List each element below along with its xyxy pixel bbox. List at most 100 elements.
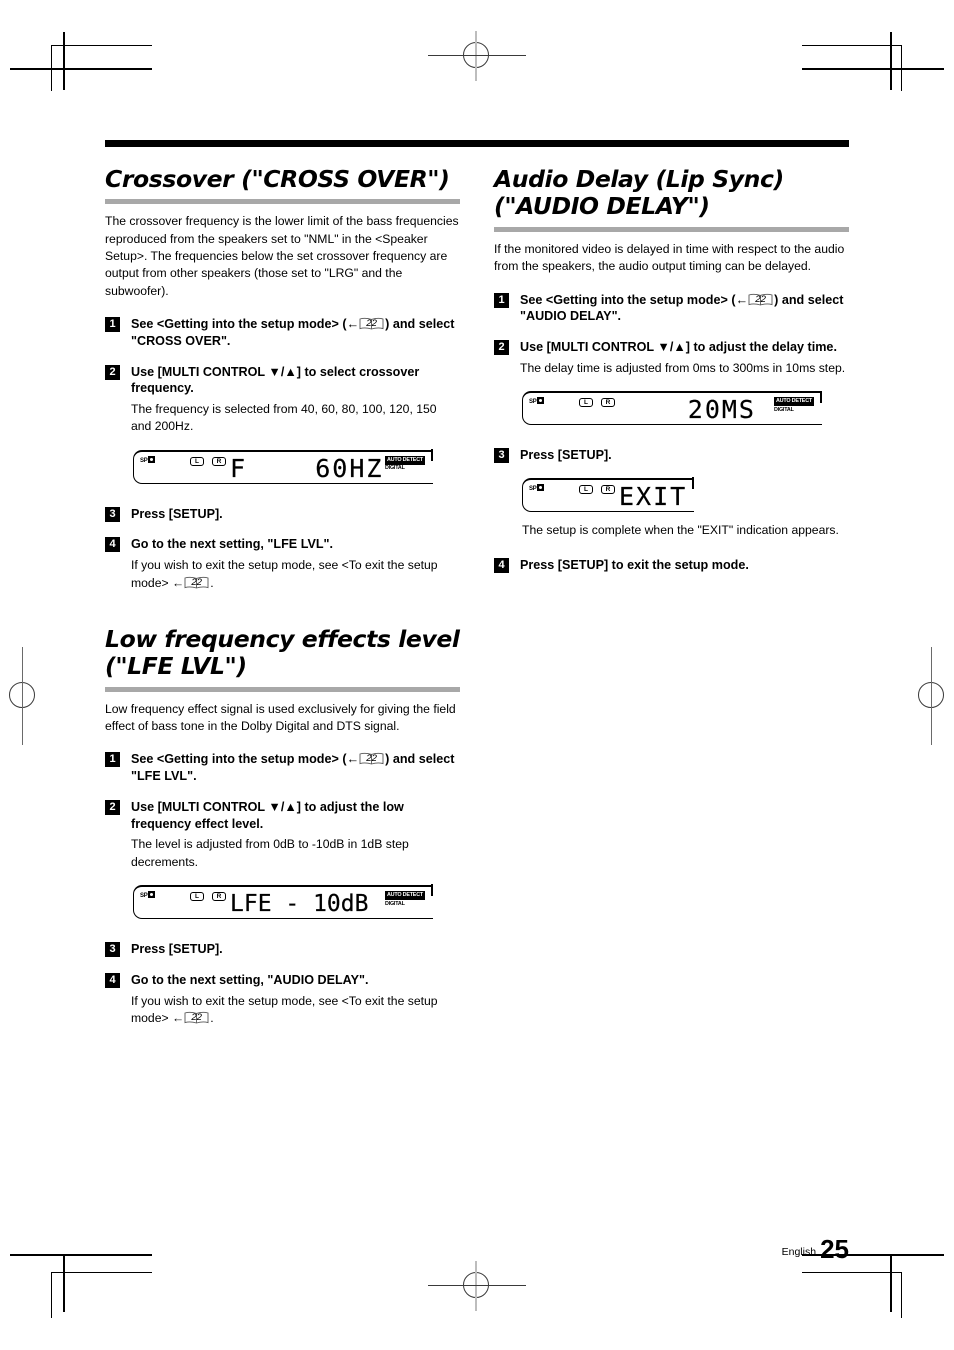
- page-ref-number: 22: [366, 753, 377, 765]
- crop-mark-bottom-left-h2: [52, 1272, 152, 1274]
- crop-mark-bottom-left-v: [63, 1254, 65, 1312]
- step-number-badge: 2: [105, 364, 120, 380]
- page-ref-book-icon: 22: [184, 576, 209, 589]
- step-number-badge: 1: [105, 752, 120, 768]
- page-ref-arrow: ←: [172, 1010, 184, 1025]
- step-number-badge: 3: [105, 942, 120, 958]
- crop-mark-bottom-right-h2: [802, 1272, 902, 1274]
- section-rule-lfe: [105, 686, 460, 692]
- section-rule-crossover: [105, 199, 460, 205]
- step-audio-delay-1: 1 See <Getting into the setup mode> (← 22…: [494, 292, 849, 325]
- lcd-left-channel-badge: L: [190, 456, 204, 466]
- step-audio-delay-4: 4 Press [SETUP] to exit the setup mode.: [494, 557, 849, 574]
- lcd-speaker-indicator: SP: [140, 891, 156, 900]
- lcd-segment-text: LFE - 10dB: [230, 891, 369, 918]
- lcd-badge-digital: DIGITAL: [384, 900, 405, 907]
- page-ref-book-icon: 22: [359, 317, 384, 330]
- section-intro-audio-delay: If the monitored video is delayed in tim…: [494, 241, 845, 274]
- lcd-speaker-indicator: SP: [140, 455, 156, 465]
- page-ref-book-icon: 22: [748, 293, 773, 306]
- lcd-display-lfe: SP L R LFE - 10dB AUTO DETECT DIGITAL: [133, 884, 433, 920]
- lcd-badge-auto-detect: AUTO DETECT: [773, 397, 814, 407]
- step-heading: Press [SETUP] to exit the setup mode.: [520, 558, 749, 573]
- lcd-auto-detect-badge: AUTO DETECT DIGITAL: [384, 455, 425, 473]
- lcd-sp-label: SP: [529, 485, 537, 492]
- lcd-right-channel-badge: R: [601, 484, 615, 494]
- lcd-sp-label: SP: [529, 399, 537, 406]
- registration-mark-bottom: [428, 1261, 526, 1311]
- step-crossover-1: 1 See <Getting into the setup mode> (← 22…: [105, 316, 460, 349]
- lcd-badge-auto-detect: AUTO DETECT: [384, 891, 425, 901]
- lcd-segment-text: F 60HZ: [230, 453, 384, 483]
- lcd-speaker-indicator: SP: [529, 483, 545, 493]
- registration-mark-left: [9, 647, 35, 745]
- page-ref-book-icon: 22: [359, 752, 384, 765]
- crop-mark-top-right-v: [890, 32, 892, 90]
- crop-mark-top-right-h2: [802, 45, 902, 47]
- step-heading: Use [MULTI CONTROL ▼/▲] to select crosso…: [131, 364, 420, 396]
- crop-mark-bottom-left-h: [10, 1254, 152, 1256]
- crop-mark-bottom-left-v2: [51, 1272, 53, 1318]
- step-heading-pre: See <Getting into the setup mode> (: [131, 752, 347, 767]
- crop-mark-top-left-v: [63, 32, 65, 90]
- step-crossover-2: 2 Use [MULTI CONTROL ▼/▲] to select cros…: [105, 364, 460, 436]
- lcd-auto-detect-badge: AUTO DETECT DIGITAL: [384, 891, 425, 908]
- left-column: Crossover ("CROSS OVER") The crossover f…: [105, 165, 460, 1041]
- crop-mark-top-right-h: [802, 68, 944, 70]
- lcd-left-channel-badge: L: [190, 892, 204, 902]
- lcd-segment-text: EXIT: [619, 481, 688, 511]
- step-lfe-1: 1 See <Getting into the setup mode> (← 22…: [105, 751, 460, 784]
- lcd-left-channel-badge: L: [579, 398, 593, 408]
- step-body: If you wish to exit the setup mode, see …: [131, 558, 438, 590]
- crop-mark-top-right-v2: [901, 45, 903, 91]
- step-heading: Press [SETUP].: [131, 942, 223, 957]
- step-heading: Use [MULTI CONTROL ▼/▲] to adjust the lo…: [131, 799, 404, 831]
- step-audio-delay-2: 2 Use [MULTI CONTROL ▼/▲] to adjust the …: [494, 339, 849, 377]
- page-ref-arrow: ←: [735, 292, 749, 307]
- step-body: The delay time is adjusted from 0ms to 3…: [520, 360, 846, 375]
- step-body: The frequency is selected from 40, 60, 8…: [131, 402, 437, 434]
- crop-mark-bottom-right-v2: [901, 1272, 903, 1318]
- lcd-right-channel-badge: R: [601, 398, 615, 408]
- footer-page-number: 25: [820, 1234, 849, 1264]
- crop-mark-top-left-v2: [51, 45, 53, 91]
- crop-mark-top-left-h2: [52, 45, 152, 47]
- step-number-badge: 2: [494, 340, 509, 356]
- exit-note: The setup is complete when the "EXIT" in…: [522, 522, 839, 537]
- section-intro-crossover: The crossover frequency is the lower lim…: [105, 214, 459, 298]
- lcd-sp-icon: [537, 483, 545, 491]
- step-number-badge: 3: [494, 448, 509, 464]
- lcd-right-channel-badge: R: [212, 892, 226, 902]
- step-number-badge: 4: [105, 537, 120, 553]
- page-ref-arrow: ←: [346, 752, 360, 767]
- page-ref-arrow: ←: [172, 575, 184, 590]
- lcd-speaker-indicator: SP: [529, 397, 545, 406]
- section-title-lfe: Low frequency effects level ("LFE LVL"): [105, 624, 460, 681]
- page-ref-number: 22: [191, 576, 203, 588]
- lcd-sp-icon: [148, 455, 156, 463]
- lcd-left-channel-badge: L: [579, 484, 593, 494]
- step-heading: Press [SETUP].: [131, 506, 223, 521]
- step-heading-pre: See <Getting into the setup mode> (: [520, 292, 736, 307]
- right-column: Audio Delay (Lip Sync) ("AUDIO DELAY") I…: [494, 165, 849, 588]
- step-lfe-3: 3 Press [SETUP].: [105, 941, 460, 958]
- lcd-sp-icon: [537, 397, 545, 405]
- step-lfe-4: 4 Go to the next setting, "AUDIO DELAY".…: [105, 972, 460, 1027]
- step-crossover-4: 4 Go to the next setting, "LFE LVL". If …: [105, 536, 460, 591]
- registration-mark-top: [428, 31, 526, 81]
- step-number-badge: 1: [494, 292, 509, 308]
- step-body: If you wish to exit the setup mode, see …: [131, 993, 438, 1025]
- step-heading: Press [SETUP].: [520, 448, 612, 463]
- step-number-badge: 1: [105, 317, 120, 333]
- lcd-badge-auto-detect: AUTO DETECT: [384, 455, 425, 465]
- step-heading: Go to the next setting, "AUDIO DELAY".: [131, 972, 369, 987]
- step-number-badge: 3: [105, 506, 120, 522]
- page-ref-number: 22: [191, 1011, 203, 1023]
- section-intro-lfe: Low frequency effect signal is used excl…: [105, 701, 456, 734]
- page-ref-number: 22: [755, 293, 766, 305]
- step-number-badge: 2: [105, 799, 120, 815]
- page-ref-book-icon: 22: [184, 1011, 209, 1024]
- lcd-auto-detect-badge: AUTO DETECT DIGITAL: [773, 397, 814, 414]
- lcd-sp-label: SP: [140, 893, 148, 900]
- page-ref-arrow: ←: [346, 317, 360, 332]
